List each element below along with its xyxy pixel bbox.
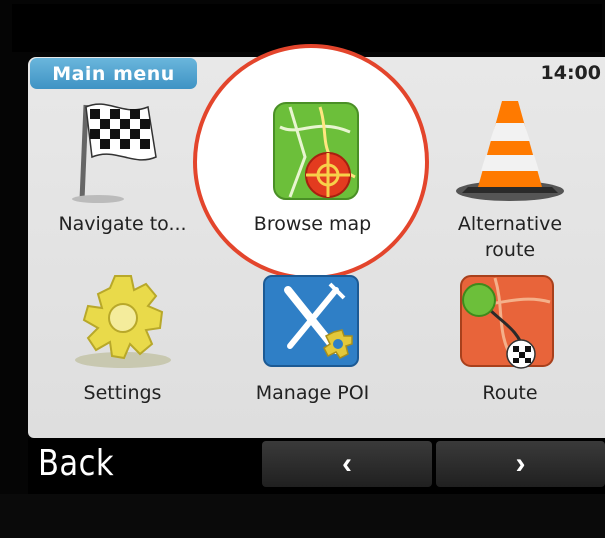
alternative-route-label-line1: Alternative: [457, 213, 563, 235]
back-button[interactable]: Back: [38, 440, 208, 486]
browse-map-button[interactable]: Browse map: [230, 95, 395, 245]
navigate-to-button[interactable]: Navigate to...: [40, 95, 205, 245]
fork-knife-icon: [263, 275, 359, 367]
settings-button[interactable]: Settings: [40, 270, 205, 415]
traffic-cone-icon: [456, 101, 564, 201]
settings-label: Settings: [83, 382, 162, 404]
gear-icon: [75, 275, 171, 368]
previous-page-button[interactable]: ‹: [262, 441, 432, 487]
alternative-route-button[interactable]: Alternative route: [425, 95, 595, 265]
clock: 14:00: [540, 62, 601, 84]
manage-poi-button[interactable]: Manage POI: [230, 270, 395, 415]
route-label: Route: [482, 382, 538, 404]
browse-map-label: Browse map: [253, 213, 372, 235]
chevron-right-icon: ›: [515, 447, 526, 480]
route-map-icon: [460, 275, 554, 369]
checkered-flag-icon: [72, 103, 157, 203]
alternative-route-label-line2: route: [484, 239, 536, 261]
navigate-to-label: Navigate to...: [58, 213, 187, 235]
menu-title-badge: Main menu: [30, 58, 197, 89]
map-icon: [273, 102, 359, 200]
route-button[interactable]: Route: [425, 270, 595, 415]
manage-poi-label: Manage POI: [255, 382, 370, 404]
next-page-button[interactable]: ›: [436, 441, 605, 487]
chevron-left-icon: ‹: [342, 447, 352, 480]
bottom-bezel: [0, 494, 605, 538]
